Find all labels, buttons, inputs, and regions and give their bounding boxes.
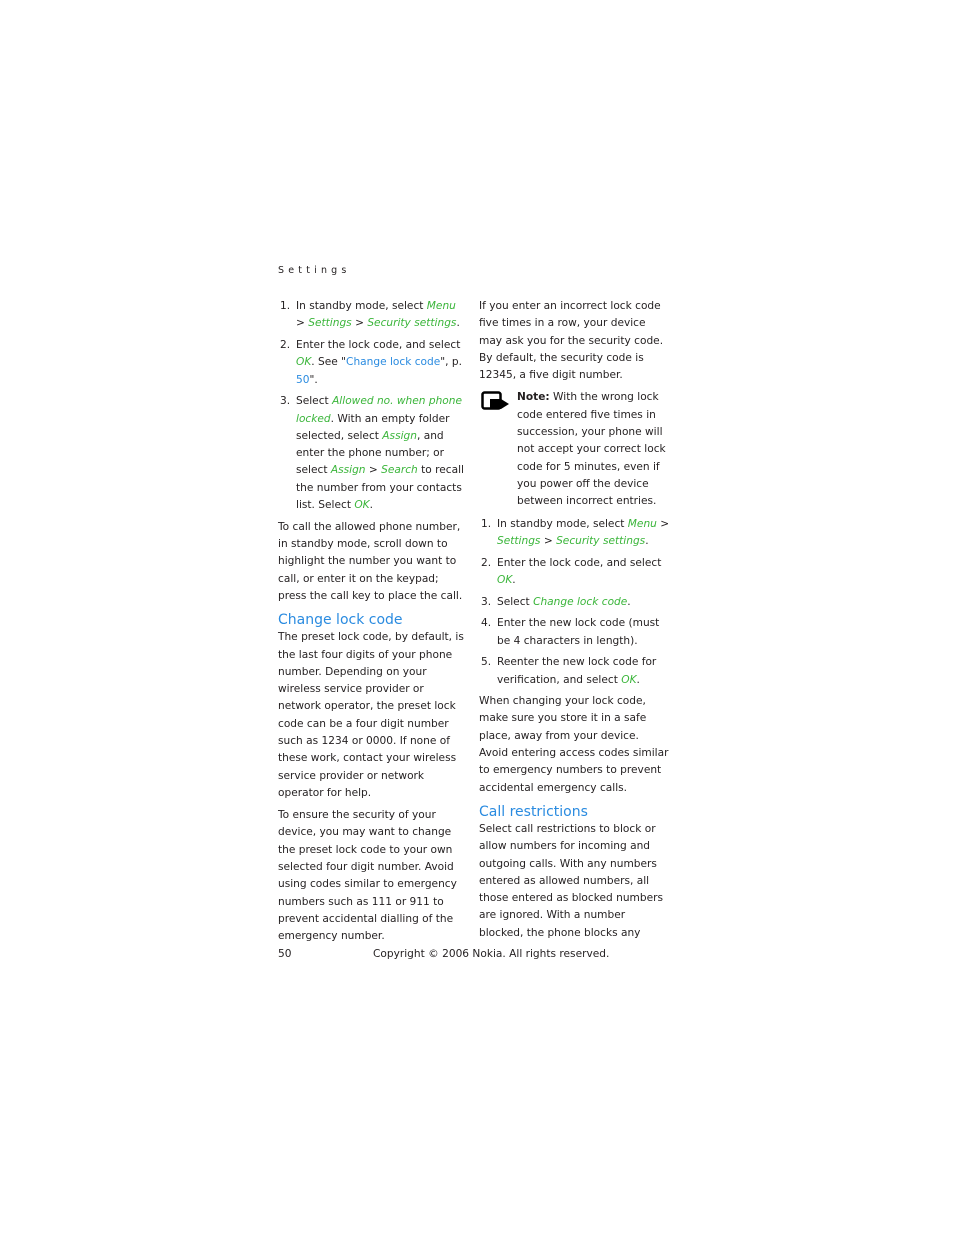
step-text-segment: In standby mode, select bbox=[296, 300, 427, 312]
step-number: 2. bbox=[481, 556, 492, 569]
step-text-segment: ". bbox=[309, 373, 318, 386]
note-text: With the wrong lock code entered five ti… bbox=[517, 391, 666, 508]
menu-term: Settings bbox=[308, 317, 352, 330]
note-box: Note: With the wrong lock code entered f… bbox=[479, 389, 671, 510]
step-item: 5. Reenter the new lock code for verifica… bbox=[479, 654, 671, 689]
incorrect-code-paragraph: If you enter an incorrect lock code five… bbox=[479, 300, 664, 382]
step-item: 2. Enter the lock code, and select OK. bbox=[479, 555, 671, 590]
step-text-segment: . bbox=[627, 595, 631, 608]
step-item: 3. Select Allowed no. when phone locked. … bbox=[278, 393, 468, 514]
step-text-segment: . bbox=[636, 673, 640, 686]
step-text-segment: . See " bbox=[311, 356, 347, 369]
menu-term: Assign bbox=[330, 464, 366, 477]
step-text-segment: > bbox=[296, 317, 309, 330]
call-allowed-paragraph: To call the allowed phone number, in sta… bbox=[278, 520, 463, 602]
note-hand-icon bbox=[481, 391, 511, 411]
step-number: 1. bbox=[280, 300, 291, 312]
menu-term: Security settings bbox=[556, 534, 646, 547]
preset-lock-code-paragraph: The preset lock code, by default, is the… bbox=[278, 631, 464, 799]
step-number: 1. bbox=[481, 517, 492, 530]
call-restrictions-heading: Call restrictions bbox=[479, 803, 588, 820]
step-number: 3. bbox=[280, 395, 291, 408]
step-text-segment: In standby mode, select bbox=[497, 517, 628, 530]
menu-term: Menu bbox=[426, 300, 456, 312]
step-text-segment: ", p. bbox=[440, 356, 462, 369]
changing-code-paragraph: When changing your lock code, make sure … bbox=[479, 695, 669, 794]
change-lock-code-steps: 1. In standby mode, select Menu > Setting… bbox=[479, 516, 671, 689]
step-text: Enter the new lock code (must be 4 chara… bbox=[497, 617, 659, 646]
note-label: Note: bbox=[517, 391, 550, 404]
step-text: In standby mode, select Menu > Settings … bbox=[296, 300, 460, 329]
menu-term: OK bbox=[621, 673, 637, 686]
step-text-segment: . bbox=[645, 534, 649, 547]
step-text-segment: Enter the new lock code (must be 4 chara… bbox=[497, 617, 660, 647]
menu-term: Search bbox=[381, 464, 418, 477]
step-number: 3. bbox=[481, 595, 492, 608]
menu-term: OK bbox=[296, 356, 312, 369]
step-text: Select Allowed no. when phone locked. Wi… bbox=[296, 395, 464, 511]
page-number: 50 bbox=[278, 948, 292, 960]
call-restrictions-paragraph: Select call restrictions to block or all… bbox=[479, 822, 663, 939]
step-text-segment: Enter the lock code, and select bbox=[296, 338, 461, 351]
step-text: Enter the lock code, and select OK. See … bbox=[296, 339, 462, 386]
menu-term: Menu bbox=[627, 517, 657, 530]
step-item: 1. In standby mode, select Menu > Setting… bbox=[479, 516, 671, 551]
allowed-number-steps: 1. In standby mode, select Menu > Setting… bbox=[278, 298, 468, 514]
cross-reference-link[interactable]: Change lock code bbox=[346, 356, 440, 368]
step-item: 3. Select Change lock code. bbox=[479, 594, 671, 611]
step-text: Reenter the new lock code for verificati… bbox=[497, 656, 656, 685]
step-text-segment: Enter the lock code, and select bbox=[497, 556, 662, 569]
manual-page: Settings 1. In standby mode, select Menu … bbox=[0, 0, 954, 1235]
step-text-segment: . bbox=[456, 317, 460, 330]
step-text-segment: Select bbox=[497, 595, 534, 608]
menu-term: Change lock code bbox=[533, 595, 628, 608]
step-number: 2. bbox=[280, 338, 291, 351]
step-item: 4. Enter the new lock code (must be 4 cha… bbox=[479, 615, 671, 650]
left-column: 1. In standby mode, select Menu > Setting… bbox=[278, 298, 468, 951]
running-head: Settings bbox=[278, 265, 351, 276]
copyright-notice: Copyright © 2006 Nokia. All rights reser… bbox=[373, 948, 610, 960]
change-lock-code-heading: Change lock code bbox=[278, 612, 403, 629]
step-text-segment: > bbox=[365, 464, 382, 477]
step-text-segment: > bbox=[656, 517, 670, 530]
step-text: Select Change lock code. bbox=[497, 596, 631, 608]
step-text-segment: . bbox=[369, 499, 374, 512]
menu-term: OK bbox=[354, 499, 370, 512]
step-text-segment: > bbox=[351, 317, 368, 330]
menu-term: OK bbox=[497, 573, 513, 586]
menu-term: Settings bbox=[497, 534, 541, 547]
step-number: 4. bbox=[481, 617, 492, 630]
ensure-security-paragraph: To ensure the security of your device, y… bbox=[278, 809, 457, 943]
menu-term: Security settings bbox=[367, 317, 457, 330]
right-column: If you enter an incorrect lock code five… bbox=[479, 298, 671, 947]
step-text-segment: > bbox=[540, 534, 557, 547]
step-item: 2. Enter the lock code, and select OK. Se… bbox=[278, 337, 468, 389]
cross-reference-link[interactable]: 50 bbox=[296, 374, 309, 386]
step-number: 5. bbox=[481, 656, 492, 669]
step-item: 1. In standby mode, select Menu > Setting… bbox=[278, 298, 468, 333]
step-text-segment: . bbox=[512, 573, 516, 586]
step-text: Enter the lock code, and select OK. bbox=[497, 557, 661, 586]
step-text-segment: Select bbox=[296, 395, 333, 408]
step-text: In standby mode, select Menu > Settings … bbox=[497, 518, 669, 547]
menu-term: Assign bbox=[382, 429, 417, 442]
